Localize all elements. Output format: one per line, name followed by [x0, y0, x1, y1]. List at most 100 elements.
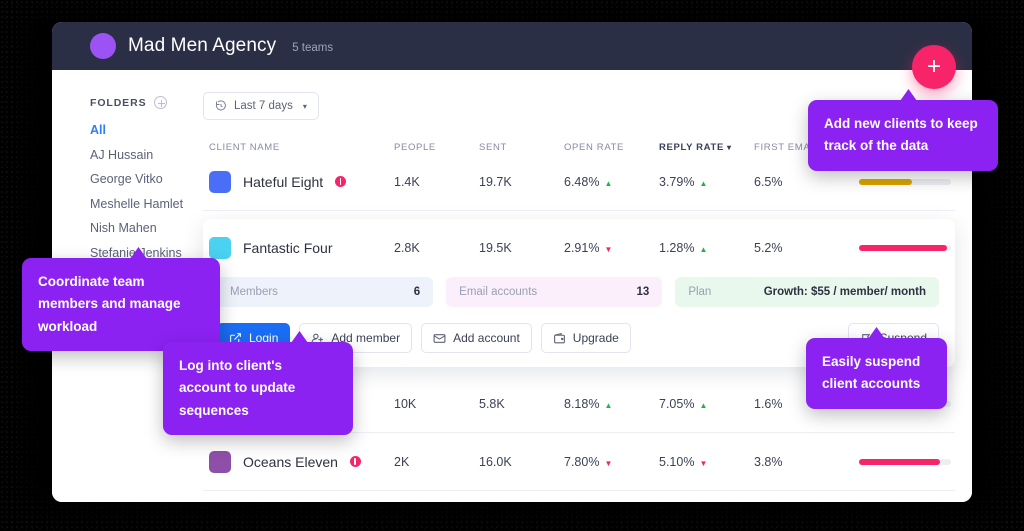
progress-fill: [859, 458, 940, 465]
date-range-filter[interactable]: Last 7 days ▾: [203, 92, 319, 120]
trend-up-icon: ▲: [699, 178, 708, 188]
email-accounts-value: 13: [636, 286, 650, 298]
progress-cell: [859, 458, 951, 465]
column-header-reply-rate[interactable]: REPLY RATE ▾: [659, 142, 754, 153]
reply-rate-value: 3.79%: [659, 174, 695, 189]
alert-icon[interactable]: [349, 456, 361, 467]
trend-down-icon: ▼: [604, 245, 613, 254]
open-rate-cell: 2.91% ▼: [564, 241, 659, 255]
plan-value: Growth: $55 / member/ month: [763, 286, 926, 298]
people-cell: 2K: [394, 454, 410, 469]
open-rate-value: 2.91%: [564, 241, 600, 255]
reply-rate-cell: 1.28% ▲: [659, 241, 754, 255]
sort-chevron-down-icon: ▾: [726, 143, 732, 152]
upgrade-button[interactable]: Upgrade: [540, 323, 631, 353]
client-color-swatch: [209, 170, 231, 193]
progress-cell: [859, 178, 951, 185]
column-header-open-rate[interactable]: OPEN RATE: [564, 142, 659, 153]
table-row[interactable]: Oceans Eleven 2K 16.0K 7.80% ▼ 5.10% ▼ 3.8…: [203, 433, 955, 491]
progress-track: [859, 245, 951, 251]
reply-rate-value: 1.28%: [659, 241, 695, 255]
client-color-swatch: [209, 450, 231, 473]
client-name-cell: Oceans Eleven: [209, 450, 394, 473]
open-rate-cell: 6.48% ▲: [564, 175, 659, 189]
callout-login: Log into client's account to update sequ…: [163, 331, 353, 435]
callout-add-clients-text: Add new clients to keep track of the dat…: [824, 116, 978, 154]
callout-coordinate-team-text: Coordinate team members and manage workl…: [38, 274, 181, 334]
history-clock-icon: [215, 100, 226, 111]
reply-rate-value: 5.10%: [659, 454, 695, 469]
progress-fill: [859, 178, 913, 185]
plan-label: Plan: [688, 286, 712, 298]
first-email-cell: 3.8%: [754, 454, 783, 469]
plan-stat[interactable]: Plan Growth: $55 / member/ month: [675, 277, 939, 307]
people-cell: 2.8K: [394, 241, 420, 255]
column-header-sent[interactable]: SENT: [479, 142, 564, 153]
avatar: [90, 33, 116, 59]
email-accounts-stat[interactable]: Email accounts 13: [446, 277, 663, 307]
wallet-icon: [553, 332, 565, 343]
reply-rate-cell: 3.79% ▲: [659, 175, 754, 189]
members-label: Members: [230, 286, 278, 298]
screenshot-stage: Mad Men Agency 5 teams FOLDERS All AJ Hu…: [0, 0, 1024, 531]
reply-rate-value: 7.05%: [659, 396, 695, 411]
envelope-icon: [433, 333, 446, 343]
sidebar-item-all[interactable]: All: [90, 123, 197, 137]
sidebar-item-meshelle-hamlet[interactable]: Meshelle Hamlet: [90, 197, 197, 211]
folders-header: FOLDERS: [90, 96, 197, 109]
callout-suspend-text: Easily suspend client accounts: [822, 354, 921, 392]
sent-cell: 19.7K: [479, 174, 512, 189]
client-name: Oceans Eleven: [243, 453, 338, 470]
open-rate-value: 6.48%: [564, 174, 600, 189]
client-name: Fantastic Four: [243, 240, 333, 256]
trend-up-icon: ▲: [699, 400, 708, 410]
client-stats-row: Members 6 Email accounts 13 Plan Growth:…: [203, 277, 955, 307]
trend-up-icon: ▲: [604, 400, 613, 410]
client-name-cell: Fantastic Four: [209, 237, 394, 259]
progress-track: [859, 458, 951, 465]
trend-down-icon: ▼: [604, 458, 613, 468]
add-client-fab[interactable]: +: [912, 45, 956, 89]
trend-down-icon: ▼: [699, 458, 708, 468]
open-rate-cell: 8.18% ▲: [564, 397, 659, 411]
sent-cell: 19.5K: [479, 241, 512, 255]
window-titlebar: Mad Men Agency 5 teams: [52, 22, 972, 70]
column-header-people[interactable]: PEOPLE: [394, 142, 479, 153]
members-stat[interactable]: Members 6: [217, 277, 434, 307]
add-account-button[interactable]: Add account: [421, 323, 532, 353]
plus-icon: +: [926, 53, 941, 80]
teams-count: 5 teams: [292, 42, 334, 54]
open-rate-value: 8.18%: [564, 396, 600, 411]
alert-icon[interactable]: [335, 176, 347, 187]
table-row[interactable]: The Incredible Five 1K 7.9K 7.96%▲ 7.34%…: [203, 491, 955, 502]
client-name-cell: Hateful Eight: [209, 170, 394, 193]
email-accounts-label: Email accounts: [459, 286, 538, 298]
sent-cell: 16.0K: [479, 454, 512, 469]
people-cell: 10K: [394, 396, 417, 411]
client-color-swatch: [209, 237, 231, 259]
first-email-cell: 5.2%: [754, 241, 783, 255]
callout-login-text: Log into client's account to update sequ…: [179, 358, 296, 418]
callout-coordinate-team: Coordinate team members and manage workl…: [22, 247, 220, 351]
reply-rate-cell: 7.05% ▲: [659, 397, 754, 411]
members-value: 6: [413, 286, 421, 298]
people-cell: 1.4K: [394, 174, 420, 189]
callout-add-clients: Add new clients to keep track of the dat…: [808, 89, 998, 171]
column-header-reply-rate-label: REPLY RATE: [659, 142, 724, 153]
add-folder-icon[interactable]: [154, 96, 168, 109]
progress-cell: [859, 245, 951, 251]
add-account-button-label: Add account: [453, 331, 520, 345]
sidebar-item-aj-hussain[interactable]: AJ Hussain: [90, 148, 197, 162]
sidebar-item-george-vitko[interactable]: George Vitko: [90, 172, 197, 186]
date-filter-label: Last 7 days: [234, 100, 293, 112]
table-row[interactable]: Fantastic Four 2.8K 19.5K 2.91% ▼ 1.28% ▲ …: [203, 219, 955, 277]
upgrade-button-label: Upgrade: [572, 331, 619, 345]
sent-cell: 5.8K: [479, 396, 505, 411]
chevron-down-icon: ▾: [302, 101, 307, 111]
trend-up-icon: ▲: [699, 245, 708, 254]
sidebar-item-nish-mahen[interactable]: Nish Mahen: [90, 221, 197, 235]
column-header-client-name[interactable]: CLIENT NAME: [209, 142, 394, 153]
client-name: Hateful Eight: [243, 173, 324, 190]
open-rate-value: 7.80%: [564, 454, 600, 469]
page-title: Mad Men Agency: [128, 35, 277, 56]
